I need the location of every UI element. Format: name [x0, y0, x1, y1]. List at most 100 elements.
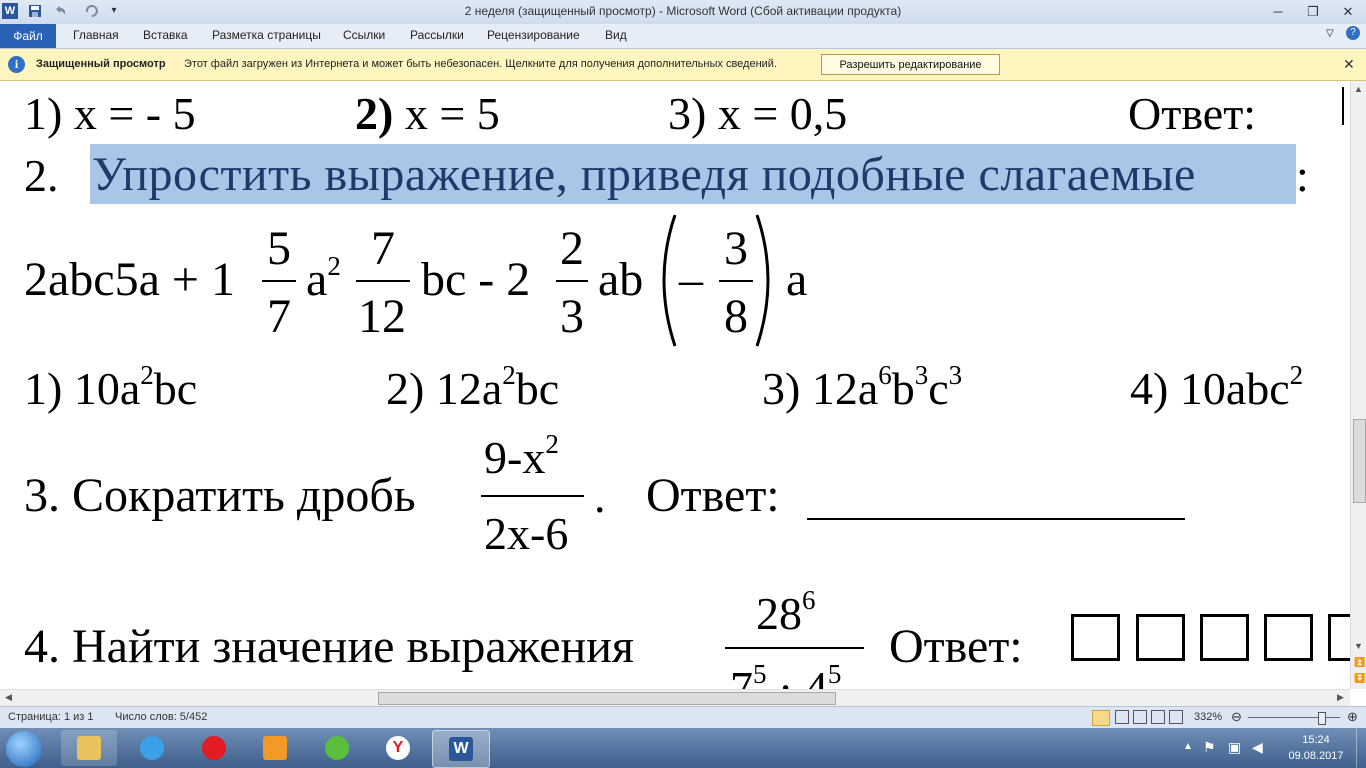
q3-dot: . — [594, 471, 606, 522]
protected-view-message[interactable]: Этот файл загружен из Интернета и может … — [184, 58, 777, 70]
scroll-left-icon[interactable]: ◀ — [5, 692, 12, 703]
frac1-num: 5 — [267, 222, 291, 275]
scroll-down-icon[interactable]: ▼ — [1354, 641, 1363, 651]
clock-date[interactable]: 09.08.2017 — [1279, 750, 1353, 762]
ie-icon — [140, 736, 164, 760]
draft-icon[interactable] — [1169, 710, 1183, 724]
q3-denominator: 2x-6 — [484, 508, 569, 559]
q2-option-3-mid: b — [891, 363, 915, 414]
volume-icon[interactable]: ◀ — [1252, 739, 1263, 756]
protected-view-bar: i Защищенный просмотр Этот файл загружен… — [0, 49, 1366, 81]
next-page-icon[interactable]: ⏬ — [1354, 673, 1365, 684]
taskbar-opera[interactable] — [186, 730, 242, 766]
answer-box-1[interactable] — [1071, 614, 1120, 661]
tab-review[interactable]: Рецензирование — [487, 28, 580, 42]
tab-mailings[interactable]: Рассылки — [410, 28, 464, 42]
taskbar-sims[interactable] — [309, 730, 365, 766]
zoom-out-icon[interactable]: ⊖ — [1231, 709, 1242, 725]
q2-number: 2. — [24, 150, 59, 201]
show-desktop-button[interactable] — [1356, 728, 1366, 768]
tab-insert[interactable]: Вставка — [143, 28, 188, 42]
word-count[interactable]: Число слов: 5/452 — [115, 711, 207, 723]
close-bar-icon[interactable]: ✕ — [1343, 56, 1355, 73]
q3-answer-line[interactable] — [807, 518, 1185, 520]
frac2-bar — [356, 280, 410, 282]
q1-option-2: 2) x = 5 — [355, 87, 500, 140]
q2-option-3-exp1: 6 — [878, 360, 892, 390]
network-icon[interactable]: ▣ — [1228, 739, 1241, 756]
scroll-up-icon[interactable]: ▲ — [1354, 84, 1363, 94]
q2-option-1-pre: 1) 10a — [24, 363, 141, 414]
help-icon[interactable]: ? — [1346, 26, 1360, 40]
minimize-button[interactable]: ─ — [1264, 2, 1292, 22]
expr-term-4: ab — [598, 253, 644, 306]
q4-num-base: 28 — [756, 588, 802, 639]
zoom-slider-thumb[interactable] — [1318, 712, 1326, 725]
q2-option-2: 2) 12a2bc — [386, 360, 559, 415]
prev-page-icon[interactable]: ⏫ — [1354, 657, 1365, 668]
tab-file[interactable]: Файл — [0, 24, 56, 48]
frac1-bar — [262, 280, 296, 282]
tab-view[interactable]: Вид — [605, 28, 627, 42]
zoom-slider-track[interactable] — [1248, 717, 1340, 718]
q1-option-2-num: 2) — [355, 88, 394, 139]
tray-expand-icon[interactable]: ▲ — [1183, 741, 1193, 752]
ribbon-collapse-icon[interactable]: ▽ — [1326, 28, 1334, 39]
answer-box-2[interactable] — [1136, 614, 1185, 661]
web-layout-icon[interactable] — [1133, 710, 1147, 724]
q4-answer-label: Ответ: — [889, 620, 1023, 673]
start-button[interactable] — [6, 731, 42, 767]
vertical-scrollbar[interactable]: ▲ ▼ ⏫ ⏬ — [1350, 81, 1366, 689]
vertical-scroll-thumb[interactable] — [1353, 419, 1366, 503]
info-icon: i — [8, 56, 25, 73]
sims-icon — [325, 736, 349, 760]
q2-option-3-pre: 3) 12a — [762, 363, 879, 414]
taskbar-explorer[interactable] — [61, 730, 117, 766]
tab-page-layout[interactable]: Разметка страницы — [212, 28, 321, 42]
outline-icon[interactable] — [1151, 710, 1165, 724]
q2-colon: : — [1296, 150, 1309, 201]
answer-box-5[interactable] — [1328, 614, 1350, 661]
zoom-in-icon[interactable]: ⊕ — [1347, 709, 1358, 725]
status-bar: Страница: 1 из 1 Число слов: 5/452 332% … — [0, 706, 1366, 729]
frac4-num: 3 — [724, 222, 748, 275]
frac3-num: 2 — [560, 222, 584, 275]
tab-home[interactable]: Главная — [73, 28, 119, 42]
enable-editing-button[interactable]: Разрешить редактирование — [821, 54, 1000, 75]
tab-references[interactable]: Ссылки — [343, 28, 385, 42]
page-count[interactable]: Страница: 1 из 1 — [8, 711, 94, 723]
horizontal-scroll-thumb[interactable] — [378, 692, 836, 705]
answer-box-4[interactable] — [1264, 614, 1313, 661]
answer-box-3[interactable] — [1200, 614, 1249, 661]
horizontal-scrollbar[interactable]: ◀ ▶ — [0, 689, 1350, 707]
frac4-bar — [719, 280, 753, 282]
q4-num-exp: 6 — [802, 585, 816, 615]
scroll-right-icon[interactable]: ▶ — [1337, 692, 1344, 703]
q4-den-a-exp: 5 — [753, 659, 767, 689]
full-screen-reading-icon[interactable] — [1115, 710, 1129, 724]
q1-answer-label: Ответ: — [1128, 88, 1257, 139]
q4-den-b-exp: 5 — [827, 659, 842, 689]
frac2-den: 12 — [358, 290, 406, 343]
document-page[interactable]: 1) x = - 5 2) x = 5 3) x = 0,5 Ответ: 2.… — [0, 81, 1350, 689]
q3-frac-bar — [481, 495, 584, 497]
taskbar-ie[interactable] — [124, 730, 180, 766]
zoom-level[interactable]: 332% — [1194, 711, 1222, 723]
print-layout-icon[interactable] — [1092, 710, 1110, 726]
yandex-icon: Y — [386, 736, 410, 760]
clock-time[interactable]: 15:24 — [1286, 734, 1346, 746]
frac3-den: 3 — [560, 290, 584, 343]
frac2-num: 7 — [371, 222, 395, 275]
q2-option-1-exp: 2 — [140, 360, 154, 390]
restore-button[interactable]: ❐ — [1299, 2, 1327, 22]
word-icon: W — [449, 737, 473, 761]
taskbar-media[interactable] — [247, 730, 303, 766]
expr-term-2: a2 — [306, 251, 341, 307]
close-button[interactable]: ✕ — [1334, 2, 1362, 22]
q2-option-4-pre: 4) 10abc — [1130, 363, 1290, 414]
action-center-icon[interactable]: ⚑ — [1203, 739, 1216, 756]
taskbar-yandex[interactable]: Y — [370, 730, 426, 766]
taskbar-word[interactable]: W — [432, 730, 490, 768]
q2-option-3: 3) 12a6b3c3 — [762, 360, 962, 415]
opera-icon — [202, 736, 226, 760]
